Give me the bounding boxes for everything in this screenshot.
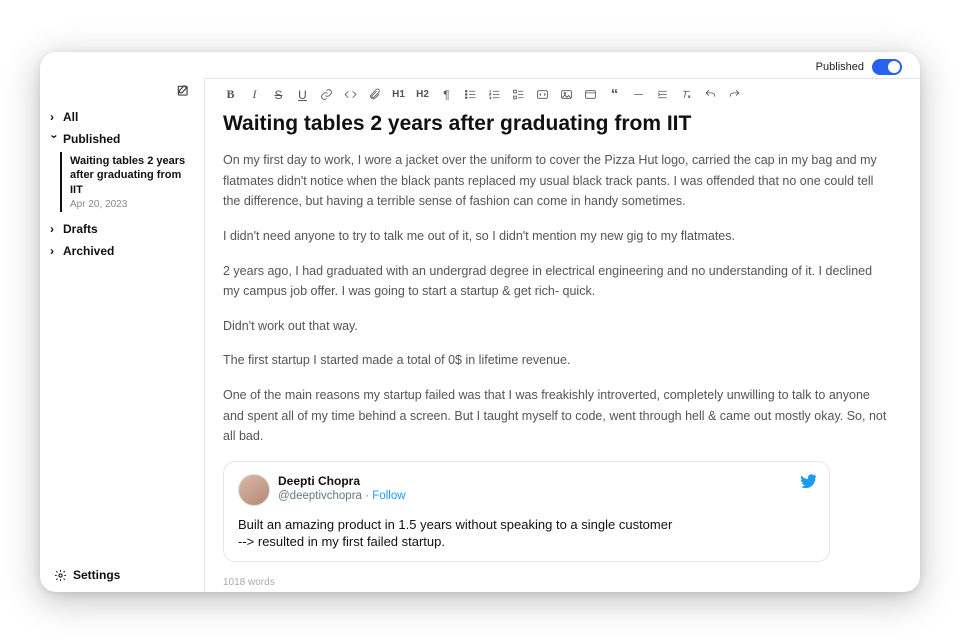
chevron-down-icon: › (48, 135, 62, 144)
paragraph[interactable]: I didn't need anyone to try to talk me o… (223, 226, 890, 247)
toggle-knob (888, 61, 900, 73)
tweet-handle: @deeptivchopra (278, 490, 362, 502)
hr-icon (632, 88, 645, 101)
word-count: 1018 words (223, 577, 275, 588)
numbered-list-icon (488, 88, 501, 101)
paragraph-button[interactable]: ¶ (439, 87, 454, 102)
paragraph[interactable]: The first startup I started made a total… (223, 350, 890, 371)
compose-icon (176, 84, 190, 98)
embed-button[interactable] (583, 87, 598, 102)
nav-archived[interactable]: › Archived (48, 240, 196, 262)
editor[interactable]: Waiting tables 2 years after graduating … (205, 106, 920, 592)
body: › All › Published Waiting tables 2 years… (40, 78, 920, 592)
topbar: Published (40, 52, 920, 78)
active-post-date: Apr 20, 2023 (70, 199, 190, 210)
undo-button[interactable] (703, 87, 718, 102)
nav: › All › Published Waiting tables 2 years… (40, 106, 204, 262)
attachment-button[interactable] (367, 87, 382, 102)
sidebar-active-post[interactable]: Waiting tables 2 years after graduating … (60, 152, 196, 212)
h1-button[interactable]: H1 (391, 87, 406, 102)
indent-button[interactable] (655, 87, 670, 102)
new-post-button[interactable] (40, 84, 204, 106)
bold-button[interactable]: B (223, 87, 238, 102)
gear-icon (54, 569, 67, 582)
settings-button[interactable]: Settings (40, 558, 204, 592)
redo-button[interactable] (727, 87, 742, 102)
published-label: Published (816, 61, 864, 73)
checklist-button[interactable] (511, 87, 526, 102)
paragraph[interactable]: 2 years ago, I had graduated with an und… (223, 261, 890, 302)
published-toggle[interactable] (872, 59, 902, 75)
code-button[interactable] (343, 87, 358, 102)
chevron-right-icon: › (50, 244, 59, 258)
embed-icon (584, 88, 597, 101)
numbered-list-button[interactable] (487, 87, 502, 102)
tweet-name: Deepti Chopra (278, 474, 406, 488)
tweet-header: Deepti Chopra @deeptivchopra · Follow (238, 474, 815, 506)
paragraph[interactable]: One of the main reasons my startup faile… (223, 385, 890, 447)
sidebar: › All › Published Waiting tables 2 years… (40, 78, 205, 592)
active-post-title: Waiting tables 2 years after graduating … (70, 154, 190, 197)
h2-button[interactable]: H2 (415, 87, 430, 102)
clear-format-icon (680, 88, 693, 101)
toolbar: B I S U H1 H2 ¶ “ (205, 79, 920, 106)
image-button[interactable] (559, 87, 574, 102)
avatar (238, 474, 270, 506)
checklist-icon (512, 88, 525, 101)
nav-published[interactable]: › Published (48, 128, 196, 150)
nav-drafts-label: Drafts (63, 222, 98, 236)
nav-published-label: Published (63, 132, 120, 146)
nav-archived-label: Archived (63, 244, 114, 258)
code-icon (344, 88, 357, 101)
document-title[interactable]: Waiting tables 2 years after graduating … (223, 112, 890, 136)
link-button[interactable] (319, 87, 334, 102)
quote-button[interactable]: “ (607, 87, 622, 102)
chevron-right-icon: › (50, 110, 59, 124)
strikethrough-button[interactable]: S (271, 87, 286, 102)
indent-icon (656, 88, 669, 101)
nav-all[interactable]: › All (48, 106, 196, 128)
image-icon (560, 88, 573, 101)
app-window: Published › All › Published (40, 52, 920, 592)
divider-button[interactable] (631, 87, 646, 102)
paragraph[interactable]: On my first day to work, I wore a jacket… (223, 150, 890, 212)
code-block-icon (536, 88, 549, 101)
link-icon (320, 88, 333, 101)
paperclip-icon (368, 88, 381, 101)
tweet-line: --> resulted in my first failed startup. (238, 533, 815, 551)
tweet-follow[interactable]: Follow (372, 490, 405, 502)
tweet-embed: Deepti Chopra @deeptivchopra · Follow Bu… (223, 461, 830, 562)
undo-icon (704, 88, 717, 101)
redo-icon (728, 88, 741, 101)
tweet-user: Deepti Chopra @deeptivchopra · Follow (278, 474, 406, 502)
chevron-right-icon: › (50, 222, 59, 236)
main: B I S U H1 H2 ¶ “ (205, 78, 920, 592)
paragraph[interactable]: Didn't work out that way. (223, 316, 890, 337)
nav-all-label: All (63, 110, 78, 124)
settings-label: Settings (73, 568, 120, 582)
twitter-icon (799, 472, 817, 490)
tweet-body: Built an amazing product in 1.5 years wi… (238, 516, 815, 551)
tweet-line: Built an amazing product in 1.5 years wi… (238, 516, 815, 534)
italic-button[interactable]: I (247, 87, 262, 102)
bullet-list-icon (464, 88, 477, 101)
nav-drafts[interactable]: › Drafts (48, 218, 196, 240)
bullet-list-button[interactable] (463, 87, 478, 102)
clear-format-button[interactable] (679, 87, 694, 102)
underline-button[interactable]: U (295, 87, 310, 102)
code-block-button[interactable] (535, 87, 550, 102)
